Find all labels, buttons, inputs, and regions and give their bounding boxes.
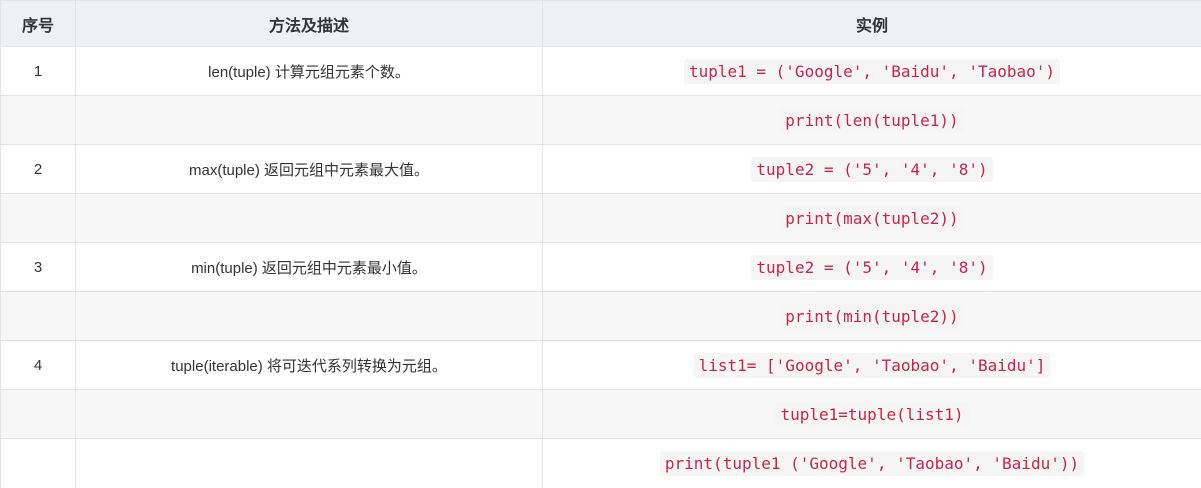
row-number	[1, 439, 76, 488]
header-number: 序号	[1, 1, 76, 47]
row-example: print(len(tuple1))	[543, 96, 1201, 145]
row-number: 4	[1, 341, 76, 390]
code-snippet: list1= ['Google', 'Taobao', 'Baidu']	[694, 353, 1051, 378]
code-snippet: tuple1 = ('Google', 'Baidu', 'Taobao')	[684, 59, 1060, 84]
row-example: print(max(tuple2))	[543, 194, 1201, 243]
row-example: tuple2 = ('5', '4', '8')	[543, 145, 1201, 194]
code-snippet: tuple2 = ('5', '4', '8')	[751, 255, 992, 280]
table-row: print(tuple1 ('Google', 'Taobao', 'Baidu…	[1, 439, 1201, 488]
row-example: print(tuple1 ('Google', 'Taobao', 'Baidu…	[543, 439, 1201, 488]
row-number	[1, 194, 76, 243]
table-row: print(len(tuple1))	[1, 96, 1201, 145]
header-example: 实例	[543, 1, 1201, 47]
row-number	[1, 292, 76, 341]
header-method-description: 方法及描述	[76, 1, 543, 47]
table-row: print(max(tuple2))	[1, 194, 1201, 243]
table-header-row: 序号 方法及描述 实例	[1, 1, 1201, 47]
code-snippet: tuple2 = ('5', '4', '8')	[751, 157, 992, 182]
table-row: 4 tuple(iterable) 将可迭代系列转换为元组。 list1= ['…	[1, 341, 1201, 390]
row-number	[1, 390, 76, 439]
row-example: list1= ['Google', 'Taobao', 'Baidu']	[543, 341, 1201, 390]
row-description	[76, 194, 543, 243]
row-description	[76, 292, 543, 341]
row-description	[76, 439, 543, 488]
row-number	[1, 96, 76, 145]
row-example: print(min(tuple2))	[543, 292, 1201, 341]
row-description: max(tuple) 返回元组中元素最大值。	[76, 145, 543, 194]
row-number: 3	[1, 243, 76, 292]
table-row: 1 len(tuple) 计算元组元素个数。 tuple1 = ('Google…	[1, 47, 1201, 96]
row-description: min(tuple) 返回元组中元素最小值。	[76, 243, 543, 292]
row-description	[76, 390, 543, 439]
code-snippet: print(tuple1 ('Google', 'Taobao', 'Baidu…	[660, 451, 1084, 476]
tuple-functions-table: 序号 方法及描述 实例 1 len(tuple) 计算元组元素个数。 tuple…	[0, 0, 1201, 488]
code-snippet: print(len(tuple1))	[780, 108, 963, 133]
row-number: 1	[1, 47, 76, 96]
table-row: 2 max(tuple) 返回元组中元素最大值。 tuple2 = ('5', …	[1, 145, 1201, 194]
row-example: tuple1 = ('Google', 'Baidu', 'Taobao')	[543, 47, 1201, 96]
row-description	[76, 96, 543, 145]
row-example: tuple2 = ('5', '4', '8')	[543, 243, 1201, 292]
table-row: 3 min(tuple) 返回元组中元素最小值。 tuple2 = ('5', …	[1, 243, 1201, 292]
code-snippet: print(max(tuple2))	[780, 206, 963, 231]
row-number: 2	[1, 145, 76, 194]
row-description: tuple(iterable) 将可迭代系列转换为元组。	[76, 341, 543, 390]
table-row: print(min(tuple2))	[1, 292, 1201, 341]
row-description: len(tuple) 计算元组元素个数。	[76, 47, 543, 96]
code-snippet: print(min(tuple2))	[780, 304, 963, 329]
table-row: tuple1=tuple(list1)	[1, 390, 1201, 439]
code-snippet: tuple1=tuple(list1)	[775, 402, 968, 427]
row-example: tuple1=tuple(list1)	[543, 390, 1201, 439]
